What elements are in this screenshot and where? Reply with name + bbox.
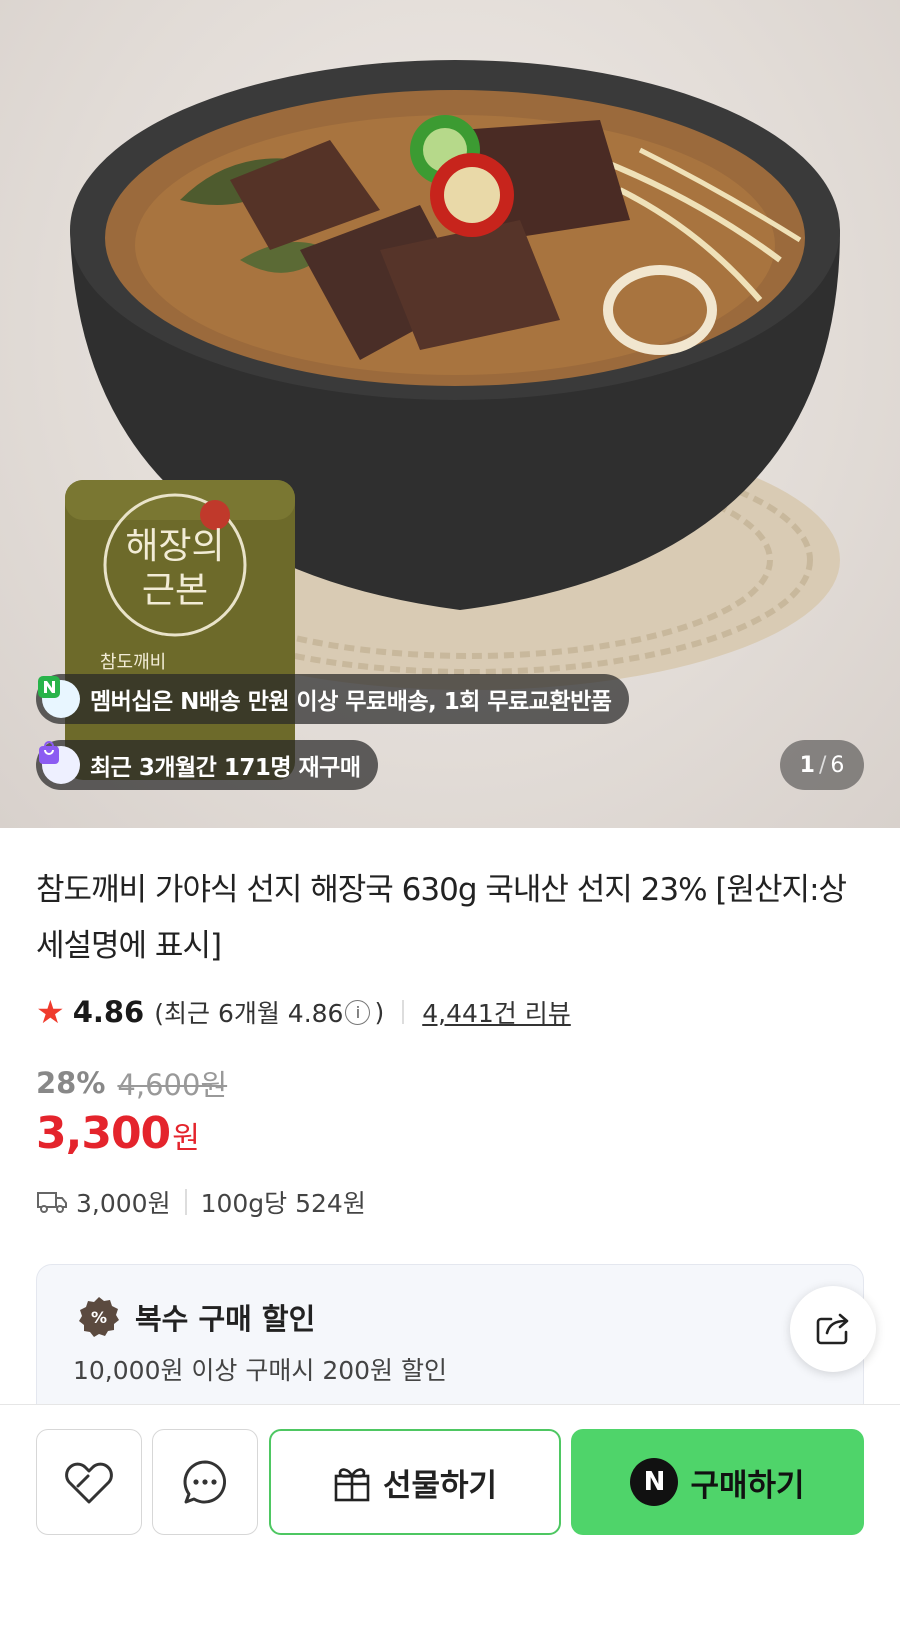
svg-text:참도깨비: 참도깨비 bbox=[100, 652, 166, 673]
chat-bubble-icon bbox=[183, 1460, 226, 1504]
delivery-truck-icon bbox=[37, 1192, 67, 1213]
divider bbox=[402, 1000, 405, 1024]
star-icon: ★ bbox=[36, 993, 65, 1031]
shipping-row: 3,000원 100g당 524원 bbox=[36, 1184, 366, 1220]
naver-n-icon bbox=[38, 676, 80, 718]
product-title: 참도깨비 가야식 선지 해장국 630g 국내산 선지 23% [원산지:상세설… bbox=[36, 872, 847, 964]
multi-buy-header: % 복수 구매 할인 bbox=[77, 1295, 315, 1339]
multi-buy-description: 10,000원 이상 구매시 200원 할인 bbox=[73, 1356, 447, 1385]
percent-badge-icon: % bbox=[79, 1297, 119, 1337]
shopping-bag-icon bbox=[39, 741, 80, 784]
sale-price-unit: 원 bbox=[172, 1121, 200, 1156]
info-icon[interactable]: i bbox=[345, 999, 371, 1025]
svg-text:근본: 근본 bbox=[142, 570, 208, 611]
image-counter: 1 / 6 bbox=[780, 740, 864, 790]
image-counter-current: 1 bbox=[799, 752, 815, 778]
review-count-link[interactable]: 4,441건 리뷰 bbox=[422, 994, 571, 1030]
sale-price: 3,300 원 bbox=[36, 1108, 200, 1159]
shipping-fee: 3,000원 bbox=[76, 1189, 171, 1218]
inquiry-button[interactable] bbox=[152, 1429, 258, 1535]
recent-rating-prefix: (최근 6개월 4.86 bbox=[154, 999, 344, 1028]
recent-rating-suffix: ) bbox=[374, 997, 385, 1027]
rating-score: 4.86 bbox=[72, 995, 145, 1029]
multi-buy-title: 복수 구매 할인 bbox=[135, 1302, 316, 1336]
gift-button-label: 선물하기 bbox=[382, 1467, 498, 1504]
gift-button[interactable]: 선물하기 bbox=[269, 1429, 561, 1535]
membership-shipping-text: 멤버십은 N배송 만원 이상 무료배송, 1회 무료교환반품 bbox=[90, 689, 612, 715]
buy-button[interactable]: N 구매하기 bbox=[571, 1429, 864, 1535]
repurchase-badge: 최근 3개월간 171명 재구매 bbox=[36, 740, 379, 790]
sale-price-amount: 3,300 bbox=[36, 1108, 171, 1159]
image-counter-total: 6 bbox=[830, 752, 845, 778]
package-image: 해장의 근본 참도깨비 bbox=[65, 480, 295, 780]
membership-shipping-badge: 멤버십은 N배송 만원 이상 무료배송, 1회 무료교환반품 bbox=[36, 674, 630, 724]
discount-row: 28% 4,600원 bbox=[36, 1062, 227, 1104]
discount-rate: 28% bbox=[36, 1066, 106, 1100]
rating-row: ★ 4.86 (최근 6개월 4.86 i ) 4,441건 리뷰 bbox=[36, 990, 571, 1034]
share-button[interactable] bbox=[790, 1286, 876, 1372]
share-icon bbox=[816, 1313, 849, 1345]
unit-price: 100g당 524원 bbox=[200, 1189, 366, 1218]
original-price: 4,600원 bbox=[117, 1068, 228, 1102]
wishlist-button[interactable] bbox=[36, 1429, 142, 1535]
bottom-action-bar: 선물하기 N 구매하기 bbox=[0, 1404, 900, 1634]
naver-pay-icon: N bbox=[630, 1458, 679, 1506]
buy-button-label: 구매하기 bbox=[690, 1467, 805, 1504]
image-counter-separator: / bbox=[818, 752, 827, 778]
svg-text:%: % bbox=[91, 1308, 107, 1327]
gift-icon bbox=[334, 1468, 370, 1502]
heart-icon bbox=[65, 1462, 113, 1504]
svg-text:해장의: 해장의 bbox=[125, 526, 224, 567]
repurchase-text: 최근 3개월간 171명 재구매 bbox=[90, 755, 361, 781]
product-image-carousel[interactable]: 해장의 근본 참도깨비 멤버십은 N배송 만원 이상 무료배송, 1회 무료교환… bbox=[0, 0, 900, 828]
divider bbox=[184, 1189, 187, 1215]
